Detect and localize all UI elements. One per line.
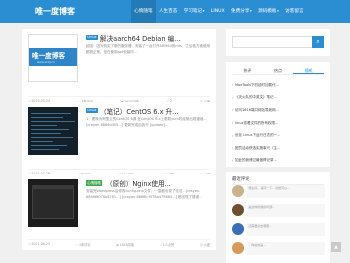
thumbnail-url-text: www.s1cy.cn [37, 60, 55, 64]
recent-comments-widget: 最近评论 博主好，请问一下...功能可以... 是这样的我的问题... 还需要点… [226, 172, 330, 263]
chevron-down-icon: ▾ [250, 9, 252, 13]
hot-tabs: 热评 热点 随机 [232, 67, 325, 75]
avatar[interactable] [232, 242, 244, 254]
hot-posts-widget: 热评 热点 随机 › MooTools下的延时加载代... › 《灭火队的中英文》笔… [226, 62, 330, 167]
chevron-down-icon: ▾ [277, 9, 279, 13]
article-card: 心情随笔 （原创）Nginx使用... 安装完Wordpress后修改confi… [22, 174, 216, 250]
comment-text: 是这样的我的问题... [247, 204, 325, 217]
avatar[interactable] [232, 223, 244, 235]
article-title[interactable]: （笔记）CentOS 6.x 升... [100, 106, 224, 116]
views: ◉1645阅读 [116, 242, 134, 247]
tab-random[interactable]: 随机 [293, 67, 325, 74]
tab-hot-comments[interactable]: 热评 [232, 67, 263, 74]
article-thumbnail[interactable] [28, 179, 78, 227]
list-item[interactable]: › 如此的我博过最值得记录... [232, 155, 326, 168]
category-badge[interactable]: 心情随笔 [86, 180, 103, 186]
search-icon: ⌕ [316, 38, 320, 45]
avatar[interactable] [232, 204, 244, 216]
article-excerpt: 1、更换为阿里云的CentOS 6源 在CentOS 6.x上更新yum时经常出… [86, 117, 207, 127]
arrow-icon: › [232, 121, 234, 126]
list-item[interactable]: › linux查看文件的所有权限... [232, 117, 326, 130]
article-meta: ◷2021-06-23 ▭1条评论 ◉1645阅读 ✓1人点赞 ☺六度 [28, 239, 210, 247]
chevron-down-icon: ▾ [202, 9, 205, 13]
article-title[interactable]: （原创）Nginx使用... [106, 178, 230, 188]
author: ☺六度 [199, 242, 210, 247]
site-logo[interactable]: 唯一度博客 [35, 6, 75, 17]
arrow-icon: › [232, 146, 234, 151]
arrow-icon: › [232, 95, 234, 100]
category-badge[interactable]: Linux [86, 108, 98, 113]
arrow-icon: › [232, 158, 234, 163]
main-nav: 心情随笔 人生百态 学习笔记▾ LINUX 免费分享▾ 源码模板▾ 访客留言 [131, 0, 307, 23]
arrow-icon: › [232, 83, 234, 88]
list-item[interactable]: › MooTools下的延时加载代... [232, 79, 326, 92]
search-input[interactable] [232, 36, 312, 48]
top-navigation-bar: 唯一度博客 心情随笔 人生百态 学习笔记▾ LINUX 免费分享▾ 源码模板▾ … [0, 0, 350, 23]
article-excerpt: 安装完Wordpress后修改config.php文件，一直都出现了无法...[… [86, 189, 203, 199]
comment-text: ...你说的是... [247, 242, 325, 255]
article-excerpt: 起因：因为购买了新的服务器，安装了一台打开ARM64的ntfs，之后各方面使用都… [86, 44, 210, 54]
hot-post-list: › MooTools下的延时加载代... › 《灭火队的中英文》笔记... › 访问1… [232, 79, 326, 167]
tab-hot-topics[interactable]: 热点 [263, 67, 294, 74]
list-item[interactable]: › 访问1616端口网站导致网... [232, 104, 326, 117]
comment-item[interactable]: 博主好，请问一下...功能可以... [232, 185, 326, 202]
article-card: 唯一度博客 www.s1cy.cn Linux 解决aarch64 Debian… [22, 29, 216, 107]
nav-item-life[interactable]: 人生百态 [156, 0, 181, 23]
list-item[interactable]: › 团员活动获选实施事兴（主... [232, 142, 326, 155]
comment-icon: ▭ [75, 242, 79, 247]
category-badge[interactable]: Linux [86, 35, 98, 40]
article-thumbnail[interactable] [28, 107, 78, 155]
search-button[interactable]: ⌕ [312, 36, 324, 48]
comment-text: 博主好，请问一下...功能可以... [247, 185, 325, 198]
thumbnail-logo-text: 唯一度博客 [32, 52, 65, 60]
nav-item-mood[interactable]: 心情随笔 [131, 0, 156, 23]
likes: ✓1人点赞 [159, 242, 175, 247]
list-item[interactable]: › 优化 Linux下运行日志的一... [232, 129, 326, 142]
avatar[interactable] [232, 185, 244, 197]
arrow-up-icon: ▲ [334, 244, 338, 250]
arrow-icon: › [232, 133, 234, 138]
comment-item[interactable]: ...你说的是... [232, 242, 326, 259]
nav-item-free-share[interactable]: 免费分享▾ [228, 0, 255, 23]
list-item[interactable]: › 《灭火队的中英文》笔记... [232, 92, 326, 105]
arrow-icon: › [232, 108, 234, 113]
thumb-up-icon: ✓ [159, 242, 163, 247]
article-card: Linux （笔记）CentOS 6.x 升... 1、更换为阿里云的CentO… [22, 102, 216, 180]
article-thumbnail[interactable]: 唯一度博客 www.s1cy.cn [28, 34, 78, 82]
comment-text: 还需要点击哪里... [247, 223, 325, 236]
user-icon: ☺ [199, 242, 204, 247]
comments: ▭1条评论 [75, 242, 91, 247]
article-title[interactable]: 解决aarch64 Debian 编... [100, 33, 224, 43]
search-widget: ⌕ [226, 29, 330, 56]
comment-item[interactable]: 是这样的我的问题... [232, 204, 326, 221]
nav-item-guestbook[interactable]: 访客留言 [282, 0, 307, 23]
nav-item-source-templates[interactable]: 源码模板▾ [255, 0, 282, 23]
widget-title: 最近评论 [232, 176, 324, 185]
comment-item[interactable]: 还需要点击哪里... [232, 223, 326, 240]
scroll-to-top-button[interactable]: ▲ [331, 242, 341, 252]
nav-item-linux[interactable]: LINUX [208, 0, 228, 23]
nav-item-notes[interactable]: 学习笔记▾ [181, 0, 208, 23]
date: ◷2021-06-23 [28, 241, 50, 246]
